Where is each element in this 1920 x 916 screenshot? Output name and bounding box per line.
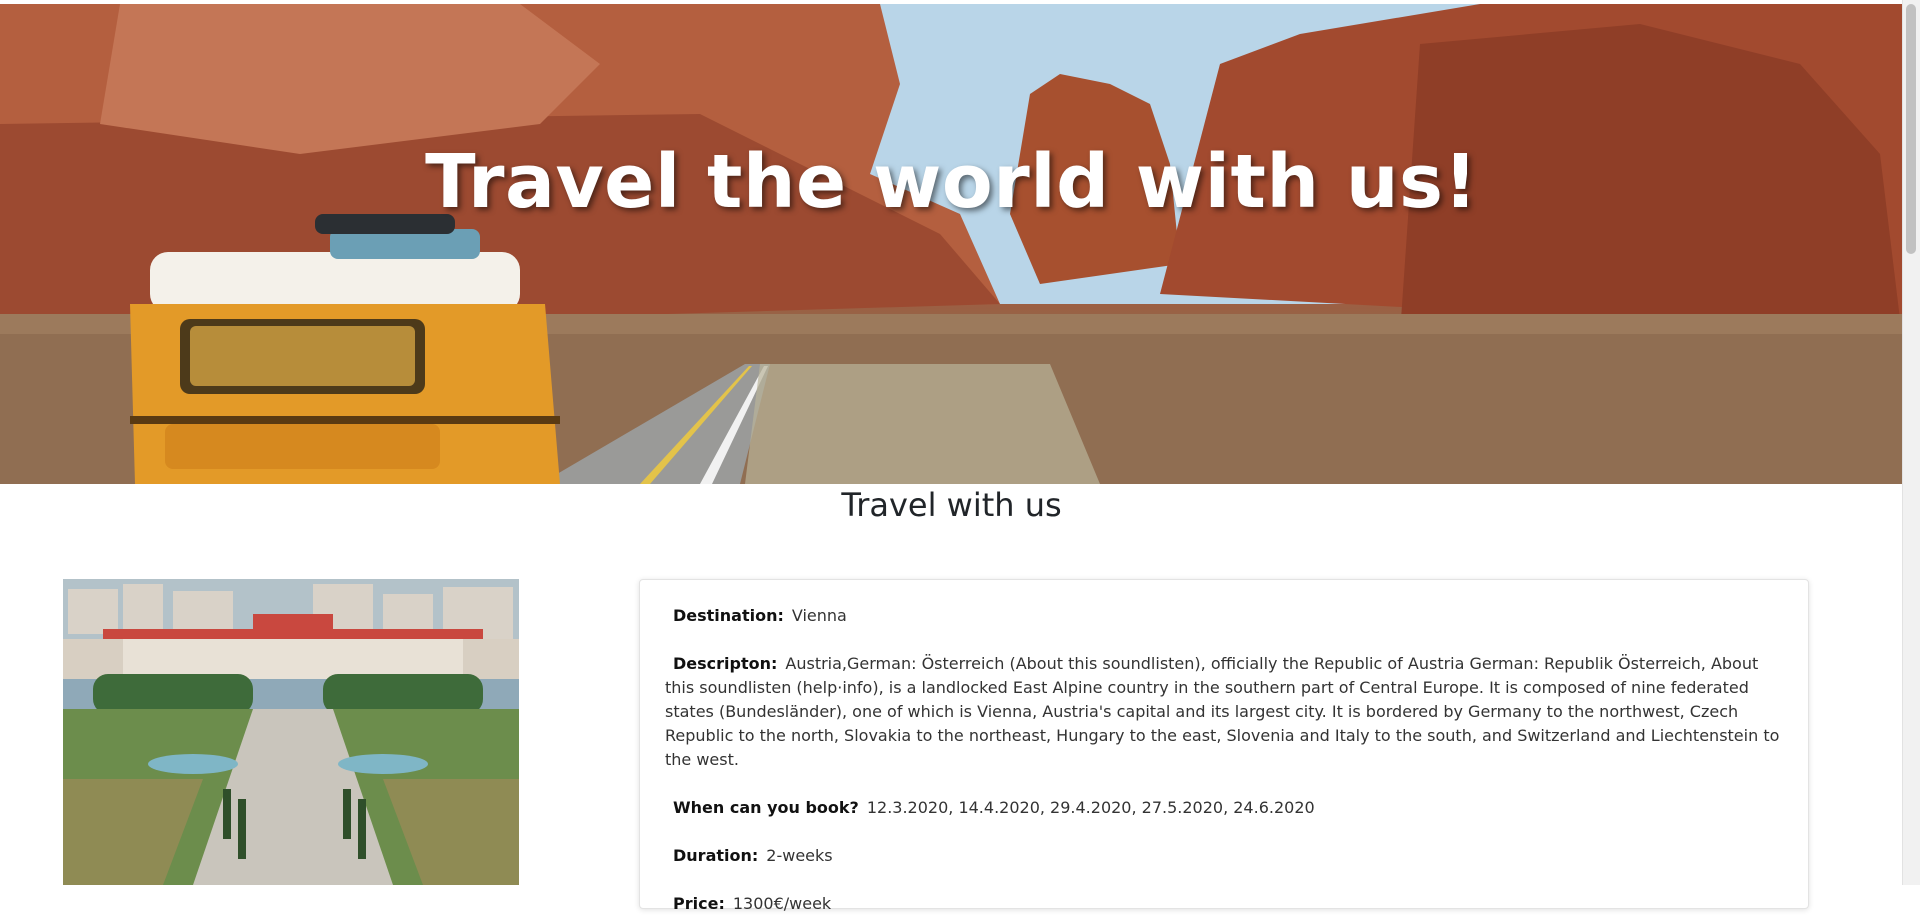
description-row: Descripton: Austria,German: Österreich (A… xyxy=(665,652,1784,772)
description-label: Descripton: xyxy=(673,654,778,673)
vienna-image xyxy=(63,579,519,885)
booking-dates-value: 12.3.2020, 14.4.2020, 29.4.2020, 27.5.20… xyxy=(866,798,1315,817)
price-value: 1300€/week xyxy=(732,894,832,913)
destination-value: Vienna xyxy=(791,606,847,625)
duration-row: Duration: 2-weeks xyxy=(665,844,1784,868)
page-scrollbar[interactable] xyxy=(1902,0,1920,885)
section-title: Travel with us xyxy=(841,486,1062,524)
scrollbar-thumb[interactable] xyxy=(1906,4,1916,254)
hero-title: Travel the world with us! xyxy=(425,139,1478,225)
booking-dates-label: When can you book? xyxy=(673,798,859,817)
duration-value: 2-weeks xyxy=(766,846,833,865)
price-row: Price: 1300€/week xyxy=(665,892,1784,916)
hero-banner: Travel the world with us! xyxy=(0,4,1903,484)
destination-row: Destination: Vienna xyxy=(665,604,1784,628)
trip-details-card: Destination: Vienna Descripton: Austria,Ge… xyxy=(639,579,1809,913)
duration-label: Duration: xyxy=(673,846,759,865)
booking-dates-row: When can you book? 12.3.2020, 14.4.2020, … xyxy=(665,796,1784,820)
price-label: Price: xyxy=(673,894,725,913)
destination-photo xyxy=(63,579,519,885)
hero-background-image xyxy=(0,4,1903,484)
description-value: Austria,German: Österreich (About this s… xyxy=(665,654,1780,769)
destination-label: Destination: xyxy=(673,606,784,625)
